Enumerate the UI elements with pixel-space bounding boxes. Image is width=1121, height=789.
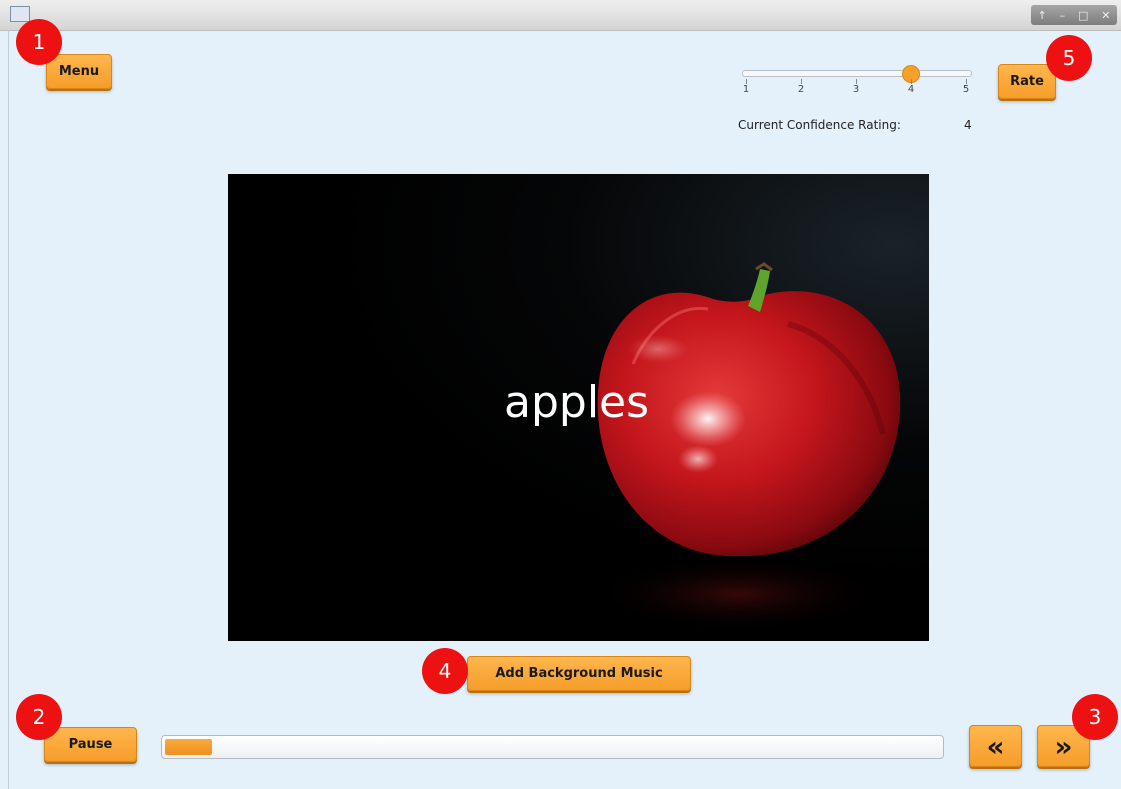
annotation-badge-1: 1: [16, 19, 62, 65]
minimize-icon[interactable]: –: [1060, 9, 1066, 22]
confidence-rating-label: Current Confidence Rating:: [738, 118, 901, 132]
slider-tick-label: 3: [852, 84, 860, 95]
close-icon[interactable]: ✕: [1101, 9, 1110, 22]
annotation-badge-3: 3: [1072, 694, 1118, 740]
slider-tick-label: 4: [907, 84, 915, 95]
pause-button[interactable]: Pause: [44, 727, 137, 762]
progress-fill: [165, 739, 212, 755]
left-divider: [8, 30, 9, 789]
app-icon: [10, 6, 30, 22]
menu-button[interactable]: Menu: [46, 54, 112, 89]
title-bar: ↑ – □ ✕: [0, 0, 1121, 31]
slider-tick-label: 1: [742, 84, 750, 95]
maximize-arrow-icon[interactable]: ↑: [1037, 9, 1046, 22]
progress-bar: [161, 735, 944, 759]
annotation-badge-5: 5: [1046, 35, 1092, 81]
annotation-badge-2: 2: [16, 694, 62, 740]
slider-tick-label: 5: [962, 84, 970, 95]
slider-track[interactable]: [742, 70, 972, 77]
window-controls: ↑ – □ ✕: [1031, 5, 1117, 25]
annotation-badge-4: 4: [422, 648, 468, 694]
flashcard-word: apples: [504, 377, 650, 428]
slider-tick-label: 2: [797, 84, 805, 95]
previous-card-button[interactable]: «: [969, 725, 1022, 767]
flashcard-image: apples: [228, 174, 929, 641]
rate-button[interactable]: Rate: [998, 64, 1056, 99]
confidence-slider[interactable]: 1 2 3 4 5: [742, 63, 972, 103]
confidence-rating-value: 4: [964, 118, 972, 132]
restore-icon[interactable]: □: [1078, 9, 1088, 22]
add-background-music-button[interactable]: Add Background Music: [467, 656, 691, 691]
